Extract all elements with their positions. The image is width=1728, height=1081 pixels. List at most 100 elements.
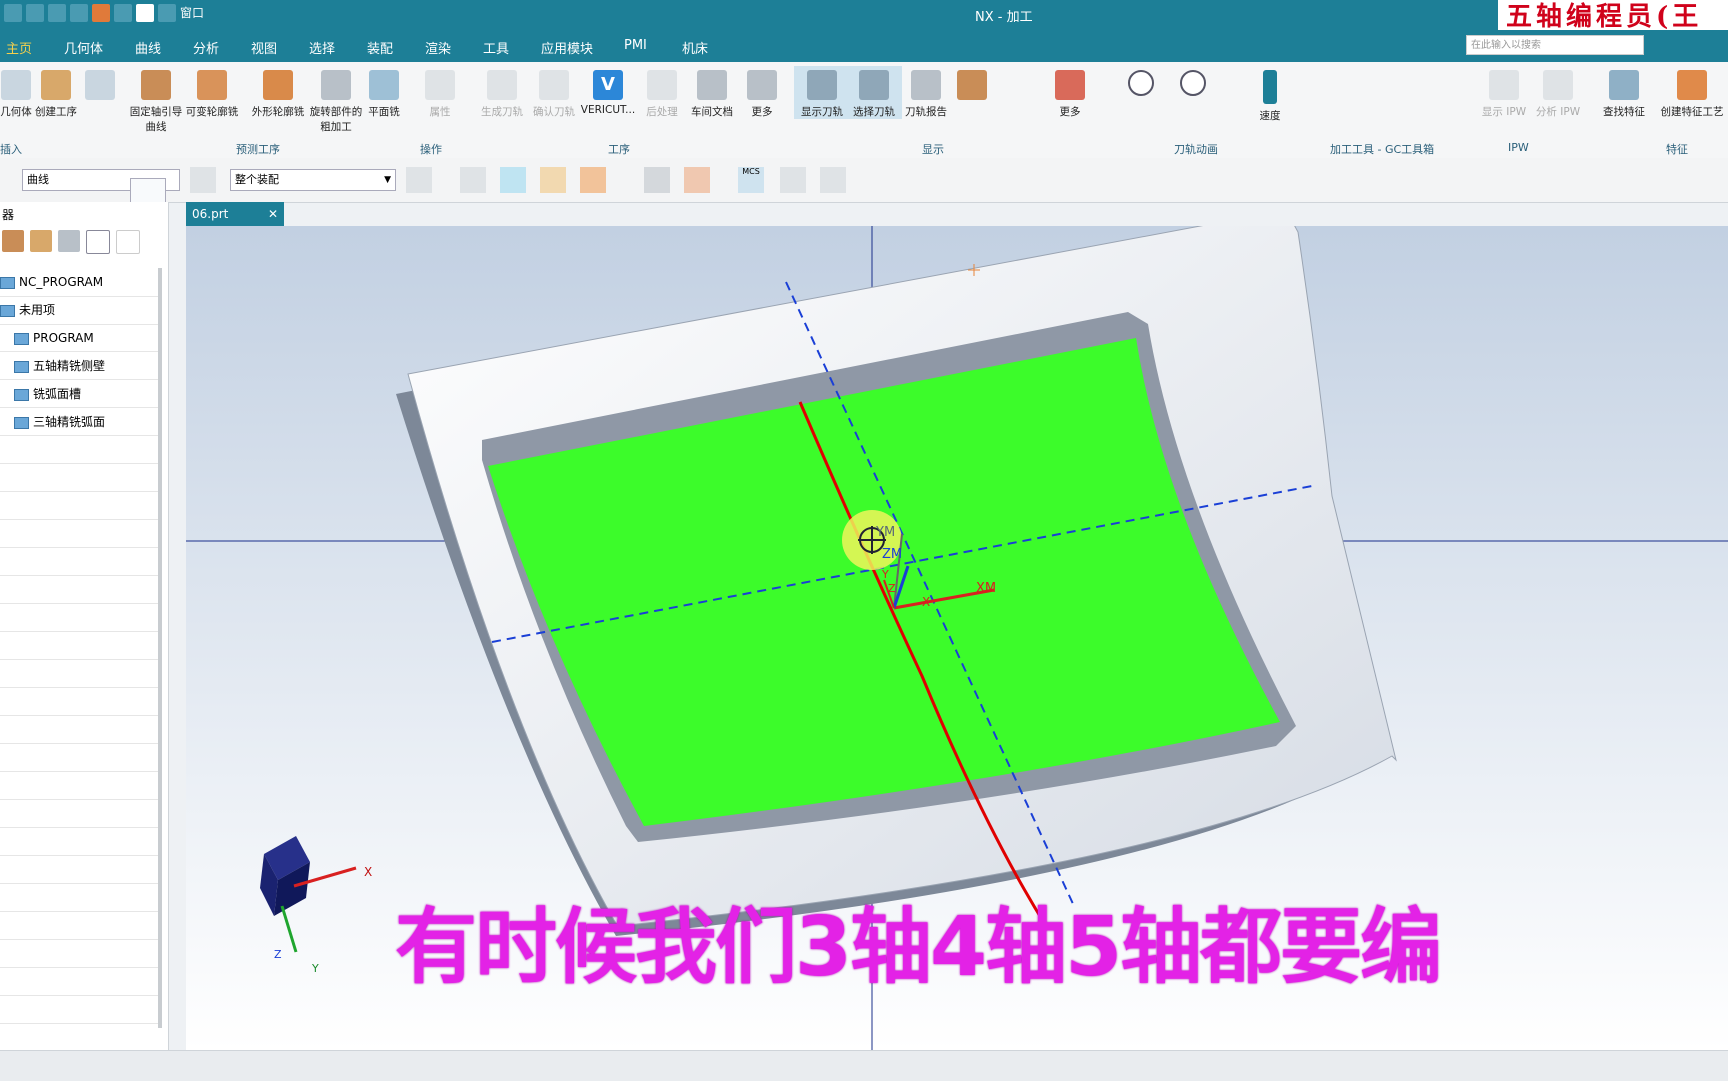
label-x: X — [922, 595, 930, 609]
menu-tools[interactable]: 工具 — [483, 38, 509, 57]
tree-item[interactable]: 三轴精铣弧面 — [0, 408, 160, 436]
shaded-box-icon[interactable] — [644, 167, 670, 193]
tree-item[interactable]: 五轴精铣侧壁 — [0, 352, 160, 380]
geometry-view-icon[interactable] — [58, 230, 80, 252]
snap-icon[interactable] — [70, 4, 88, 22]
paste-icon[interactable] — [48, 4, 66, 22]
mic-icon[interactable] — [114, 4, 132, 22]
planar-mill-button[interactable]: 平面铣 — [356, 66, 412, 119]
planar-mill-icon — [369, 70, 399, 100]
group-insert: 插入 — [0, 143, 22, 156]
label-ym: YM — [875, 525, 895, 540]
close-icon[interactable]: ✕ — [268, 202, 278, 226]
find-feature-button[interactable]: 查找特征 — [1596, 66, 1652, 119]
triad-label-y: Y — [311, 962, 319, 975]
display-toolpath-button[interactable]: 显示刀轨 — [794, 66, 850, 119]
empty-rows — [0, 436, 160, 1026]
touch-mode-icon[interactable] — [136, 4, 154, 22]
menu-machine[interactable]: 机床 — [682, 38, 708, 57]
menu-home[interactable]: 主页 — [6, 38, 32, 57]
navigator-scrollbar[interactable] — [158, 268, 162, 1028]
operation-more-button[interactable]: 更多 — [734, 66, 790, 119]
vericut-icon: V — [593, 70, 623, 100]
show-ipw-button[interactable]: 显示 IPW — [1476, 66, 1532, 119]
shop-docs-button[interactable]: 车间文档 — [684, 66, 740, 119]
add-view-icon[interactable] — [86, 230, 110, 254]
verify-icon — [539, 70, 569, 100]
anim-play-button[interactable] — [1165, 66, 1221, 100]
fixed-axis-guide-button[interactable]: 固定轴引导曲线 — [128, 66, 184, 134]
speed-slider[interactable]: 速度 — [1230, 66, 1310, 123]
menu-geometry[interactable]: 几何体 — [64, 38, 103, 57]
display-tool-button[interactable] — [944, 66, 1000, 104]
filter-reset-icon[interactable] — [190, 167, 216, 193]
speed-handle[interactable] — [1263, 70, 1277, 104]
copy-icon[interactable] — [26, 4, 44, 22]
folder-icon — [14, 416, 29, 429]
chevron-down-icon: ▼ — [384, 175, 391, 185]
generate-toolpath-button[interactable]: 生成刀轨 — [474, 66, 530, 119]
properties-button[interactable]: 属性 — [412, 66, 468, 119]
select-box-icon[interactable] — [580, 167, 606, 193]
vericut-button[interactable]: V VERICUT... — [580, 66, 636, 116]
menu-assembly[interactable]: 装配 — [367, 38, 393, 57]
display-more-icon — [1055, 70, 1085, 100]
anim-back-button[interactable] — [1113, 66, 1169, 100]
tool-icon[interactable] — [92, 4, 110, 22]
verify-toolpath-button[interactable]: 确认刀轨 — [526, 66, 582, 119]
operation-navigator: 器 NC_PROGRAM 未用项 PROGRAM 五轴精铣侧壁 铣弧面槽 三轴精… — [0, 202, 169, 1050]
analyze-ipw-button[interactable]: 分析 IPW — [1530, 66, 1586, 119]
folder-icon — [14, 388, 29, 401]
search-input[interactable]: 在此输入以搜索 — [1466, 35, 1644, 55]
wcs-display-icon[interactable] — [780, 167, 806, 193]
group-feature: 特征 — [1666, 143, 1688, 156]
postprocess-button[interactable]: 后处理 — [634, 66, 690, 119]
menu-select[interactable]: 选择 — [309, 38, 335, 57]
display-more-button[interactable]: 更多 — [1042, 66, 1098, 119]
tree-item[interactable]: PROGRAM — [0, 324, 160, 352]
fixed-axis-icon — [141, 70, 171, 100]
snap-point-icon[interactable] — [460, 167, 486, 193]
program-view-icon[interactable] — [2, 230, 24, 252]
label-z: Z — [888, 582, 896, 595]
menu-view[interactable]: 视图 — [251, 38, 277, 57]
select-toolpath-icon — [859, 70, 889, 100]
menu-curve[interactable]: 曲线 — [135, 38, 161, 57]
window-menu[interactable]: 窗口 — [180, 4, 204, 22]
menu-analysis[interactable]: 分析 — [193, 38, 219, 57]
hexagon-icon[interactable] — [500, 167, 526, 193]
box-add-icon[interactable] — [540, 167, 566, 193]
selection-toolbar: 曲线 整个装配 ▼ MCS — [0, 158, 1728, 214]
scope-combo[interactable]: 整个装配 ▼ — [230, 169, 396, 191]
group-gc-toolbox: 加工工具 - GC工具箱 — [1330, 143, 1435, 156]
mcs-display-icon[interactable]: MCS — [738, 167, 764, 193]
tree-item[interactable]: 未用项 — [0, 296, 160, 325]
wire-box-icon[interactable] — [684, 167, 710, 193]
create-feature-process-button[interactable]: 创建特征工艺 — [1658, 66, 1726, 119]
select-toolpath-button[interactable]: 选择刀轨 — [846, 66, 902, 119]
label-xm: XM — [976, 581, 996, 596]
menu-render[interactable]: 渲染 — [425, 38, 451, 57]
tree-item[interactable]: 铣弧面槽 — [0, 380, 160, 408]
menu-pmi[interactable]: PMI — [624, 38, 647, 53]
ribbon: 几何体 创建工序 固定轴引导曲线 可变轮廓铣 外形轮廓铣 旋转部件的粗加工 平面… — [0, 62, 1728, 159]
play-icon — [1180, 70, 1206, 96]
insert-more-button[interactable] — [72, 66, 128, 104]
feature-process-icon — [1677, 70, 1707, 100]
more-icon — [747, 70, 777, 100]
folder-icon — [0, 276, 15, 289]
windows-icon[interactable] — [158, 4, 176, 22]
profile-contour-button[interactable]: 外形轮廓铣 — [250, 66, 306, 119]
undo-icon[interactable] — [4, 4, 22, 22]
variable-contour-button[interactable]: 可变轮廓铣 — [184, 66, 240, 119]
create-operation-icon — [41, 70, 71, 100]
show-ipw-icon — [1489, 70, 1519, 100]
document-tab[interactable]: 06.prt ✕ — [186, 202, 284, 226]
filter-icon[interactable] — [406, 167, 432, 193]
menu-applications[interactable]: 应用模块 — [541, 38, 593, 57]
tree-item[interactable]: NC_PROGRAM — [0, 268, 160, 297]
analyze-ipw-icon — [1543, 70, 1573, 100]
tool-view-icon[interactable] — [30, 230, 52, 252]
hide-icon[interactable] — [820, 167, 846, 193]
remove-view-icon[interactable] — [116, 230, 140, 254]
